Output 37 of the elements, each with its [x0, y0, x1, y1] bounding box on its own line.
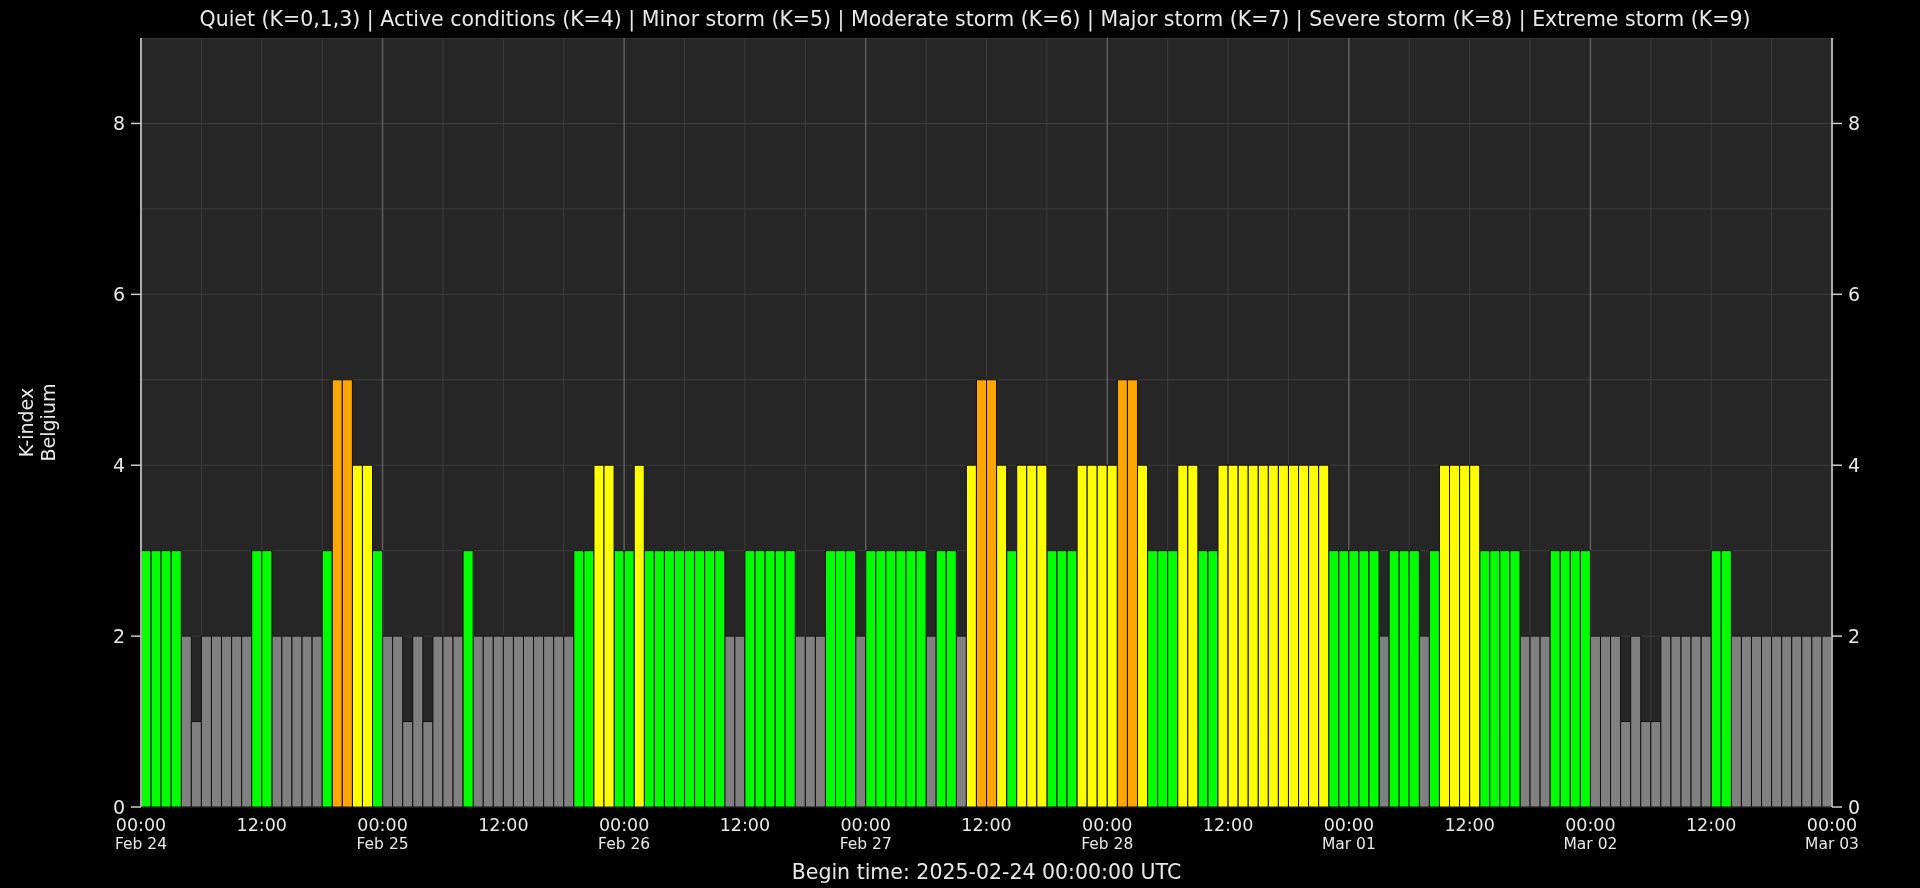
x-tick-date: Feb 26 — [598, 835, 651, 853]
x-tick-label: 12:00 — [478, 815, 529, 835]
x-tick-date: Mar 03 — [1805, 835, 1859, 853]
x-tick-date: Mar 01 — [1321, 835, 1376, 853]
x-tick-label: 00:00 — [1082, 815, 1133, 835]
x-tick-label: 12:00 — [961, 815, 1012, 835]
x-tick-date: Feb 24 — [114, 835, 168, 853]
x-tick-label: 00:00 — [598, 815, 650, 835]
x-tick-label: 12:00 — [1444, 815, 1495, 835]
x-tick-label: 00:00 — [1806, 815, 1858, 835]
x-tick-date: Feb 25 — [356, 835, 409, 853]
x-tick-label: 00:00 — [115, 815, 167, 835]
x-axis-label: Begin time: 2025-02-24 00:00:00 UTC — [791, 860, 1182, 884]
y-tick-label: 2 — [1848, 625, 1861, 648]
y-tick-label: 2 — [112, 625, 125, 648]
x-tick-date: Mar 02 — [1563, 835, 1618, 853]
y-axis-label: Belgium — [37, 383, 59, 462]
x-tick-label: 12:00 — [1686, 815, 1737, 835]
x-tick-date: Feb 28 — [1081, 835, 1134, 853]
y-tick-label: 4 — [112, 454, 125, 477]
y-tick-label: 4 — [1848, 454, 1861, 477]
x-tick-label: 12:00 — [236, 815, 287, 835]
x-tick-label: 00:00 — [1323, 815, 1375, 835]
x-tick-date: Feb 27 — [839, 835, 892, 853]
y-tick-label: 8 — [1848, 112, 1861, 135]
y-tick-label: 8 — [112, 112, 125, 135]
y-tick-label: 0 — [1848, 796, 1861, 818]
x-tick-label: 12:00 — [1202, 815, 1254, 835]
x-tick-label: 12:00 — [719, 815, 771, 835]
x-tick-label: 00:00 — [1565, 815, 1616, 835]
y-tick-label: 6 — [1848, 283, 1861, 306]
x-tick-label: 00:00 — [840, 815, 891, 835]
x-tick-label: 00:00 — [357, 815, 408, 835]
y-tick-label: 0 — [112, 796, 125, 818]
y-axis-label: K-index — [15, 387, 37, 458]
y-tick-label: 6 — [112, 283, 125, 306]
chart-title: Quiet (K=0,1,3) | Active conditions (K=4) | Minor storm (K=5) | Moderate storm (K=6) | Major storm (K=7) | Severe storm (K=8) | Extreme storm (K=9) — [199, 5, 1751, 34]
